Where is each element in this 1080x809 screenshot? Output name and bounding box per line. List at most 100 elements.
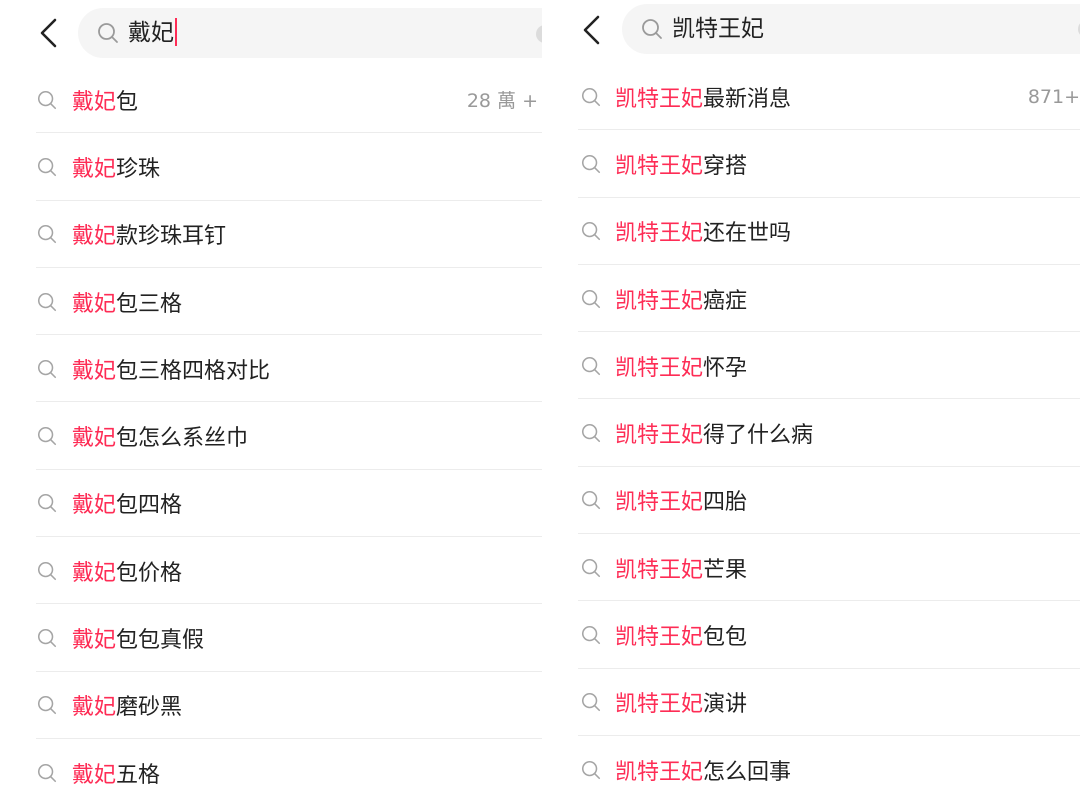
search-icon <box>580 86 602 108</box>
suggestion-item[interactable]: 凯特王妃 癌症 <box>542 265 1080 333</box>
search-bar[interactable]: 戴妃 <box>78 8 542 58</box>
suggestion-item[interactable]: 戴妃 包四格 <box>0 470 542 538</box>
suggestion-item[interactable]: 凯特王妃 四胎 <box>542 467 1080 535</box>
suggestion-text: 凯特王妃 得了什么病 <box>615 400 813 467</box>
suggestion-rest: 怎么回事 <box>703 759 792 785</box>
panel-divider <box>542 0 576 809</box>
suggestion-text: 凯特王妃 穿搭 <box>615 130 747 197</box>
suggestion-highlight: 凯特王妃 <box>615 557 704 583</box>
search-icon <box>36 358 58 380</box>
suggestion-item[interactable]: 戴妃 包价格 <box>0 537 542 605</box>
suggestion-rest: 包四格 <box>116 493 183 519</box>
search-icon <box>36 291 58 313</box>
result-count: 871+ <box>1027 85 1080 108</box>
suggestion-highlight: 戴妃 <box>72 224 117 250</box>
suggestion-rest: 怀孕 <box>703 355 748 381</box>
suggestion-item[interactable]: 戴妃 包怎么系丝巾 <box>0 403 542 470</box>
back-button[interactable] <box>579 14 605 46</box>
search-input[interactable]: 戴妃 <box>128 8 177 58</box>
suggestion-highlight: 戴妃 <box>72 89 117 115</box>
search-icon <box>36 223 58 245</box>
search-query: 凯特王妃 <box>672 16 764 42</box>
suggestion-rest: 包三格 <box>116 291 183 317</box>
suggestion-rest: 包包真假 <box>116 628 205 654</box>
suggestion-highlight: 戴妃 <box>72 695 117 721</box>
suggestion-rest: 包价格 <box>116 560 183 586</box>
suggestion-item[interactable]: 戴妃 款珍珠耳钉 <box>0 201 542 268</box>
suggestion-item[interactable]: 戴妃包 28 萬 + <box>0 66 542 134</box>
suggestion-item[interactable]: 戴妃 磨砂黑 <box>0 672 542 739</box>
suggestion-text: 戴妃 款珍珠耳钉 <box>72 201 226 268</box>
result-count: 28 萬 + <box>466 90 538 113</box>
suggestion-highlight: 凯特王妃 <box>615 759 704 785</box>
suggestion-text: 凯特王妃 四胎 <box>615 467 747 534</box>
suggestion-highlight: 凯特王妃 <box>615 423 704 449</box>
suggestion-item[interactable]: 戴妃 包包真假 <box>0 604 542 672</box>
suggestion-item[interactable]: 凯特王妃 包包 <box>542 601 1080 669</box>
right-search-panel: 凯特王妃 凯特王妃 最新消息 871+ 凯特王妃 穿搭 凯特王妃 还在世吗 凯特王妃 癌症 凯特王… <box>542 0 1080 809</box>
search-header: 戴妃 <box>0 0 542 68</box>
suggestion-text: 戴妃 包三格 <box>72 268 182 335</box>
suggestion-rest: 珍珠 <box>116 156 161 182</box>
suggestion-text: 戴妃 包三格四格对比 <box>72 335 270 402</box>
chevron-left-icon <box>583 15 600 45</box>
suggestion-rest: 款珍珠耳钉 <box>116 224 227 250</box>
suggestion-highlight: 戴妃 <box>72 560 117 586</box>
search-icon <box>580 422 602 444</box>
suggestion-text: 戴妃 包价格 <box>72 537 182 604</box>
suggestion-rest: 芒果 <box>703 557 748 583</box>
suggestion-rest: 五格 <box>116 762 161 788</box>
suggestion-item[interactable]: 凯特王妃 怎么回事 <box>542 736 1080 803</box>
search-query: 戴妃 <box>128 20 174 46</box>
suggestion-item[interactable]: 凯特王妃 芒果 <box>542 534 1080 602</box>
suggestion-text: 戴妃 五格 <box>72 739 160 806</box>
suggestion-highlight: 凯特王妃 <box>615 86 704 112</box>
suggestion-rest: 最新消息 <box>703 86 792 112</box>
suggestion-rest: 磨砂黑 <box>116 695 183 721</box>
search-icon <box>580 288 602 310</box>
search-input[interactable]: 凯特王妃 <box>672 4 764 54</box>
suggestion-text: 凯特王妃 癌症 <box>615 265 747 332</box>
search-icon <box>580 489 602 511</box>
suggestion-item[interactable]: 戴妃 包三格四格对比 <box>0 335 542 403</box>
search-icon <box>36 89 58 111</box>
suggestion-rest: 还在世吗 <box>703 221 792 247</box>
suggestion-rest: 包包 <box>703 625 748 651</box>
suggestion-highlight: 戴妃 <box>72 358 117 384</box>
suggestion-highlight: 戴妃 <box>72 426 117 452</box>
search-icon <box>36 627 58 649</box>
suggestion-rest: 癌症 <box>703 288 748 314</box>
suggestion-highlight: 戴妃 <box>72 291 117 317</box>
back-button[interactable] <box>36 17 62 49</box>
search-icon <box>640 17 664 41</box>
suggestion-item[interactable]: 戴妃 珍珠 <box>0 133 542 201</box>
suggestion-item[interactable]: 凯特王妃 穿搭 <box>542 130 1080 198</box>
search-icon <box>580 759 602 781</box>
chevron-left-icon <box>40 18 57 48</box>
suggestion-item[interactable]: 凯特王妃 演讲 <box>542 669 1080 736</box>
suggestion-text: 凯特王妃 怀孕 <box>615 332 747 399</box>
suggestion-rest: 演讲 <box>703 692 748 718</box>
suggestion-item[interactable]: 凯特王妃 怀孕 <box>542 332 1080 400</box>
suggestion-rest: 包 <box>116 89 139 115</box>
search-bar[interactable]: 凯特王妃 <box>622 4 1080 54</box>
search-icon <box>36 425 58 447</box>
suggestion-rest: 包怎么系丝巾 <box>116 426 249 452</box>
suggestion-highlight: 凯特王妃 <box>615 153 704 179</box>
suggestion-text: 凯特王妃 包包 <box>615 601 747 668</box>
suggestion-text: 凯特王妃 最新消息 <box>615 63 791 130</box>
search-icon <box>580 624 602 646</box>
suggestion-item[interactable]: 凯特王妃 还在世吗 <box>542 198 1080 265</box>
suggestion-highlight: 凯特王妃 <box>615 692 704 718</box>
suggestion-highlight: 戴妃 <box>72 493 117 519</box>
search-icon <box>580 557 602 579</box>
suggestion-item[interactable]: 凯特王妃 得了什么病 <box>542 400 1080 467</box>
suggestion-highlight: 凯特王妃 <box>615 221 704 247</box>
suggestion-rest: 四胎 <box>703 490 748 516</box>
search-icon <box>580 355 602 377</box>
suggestion-item[interactable]: 凯特王妃 最新消息 871+ <box>542 63 1080 131</box>
search-icon <box>36 560 58 582</box>
suggestion-item[interactable]: 戴妃 包三格 <box>0 268 542 336</box>
suggestion-item[interactable]: 戴妃 五格 <box>0 739 542 806</box>
suggestion-text: 戴妃包 <box>72 66 138 133</box>
